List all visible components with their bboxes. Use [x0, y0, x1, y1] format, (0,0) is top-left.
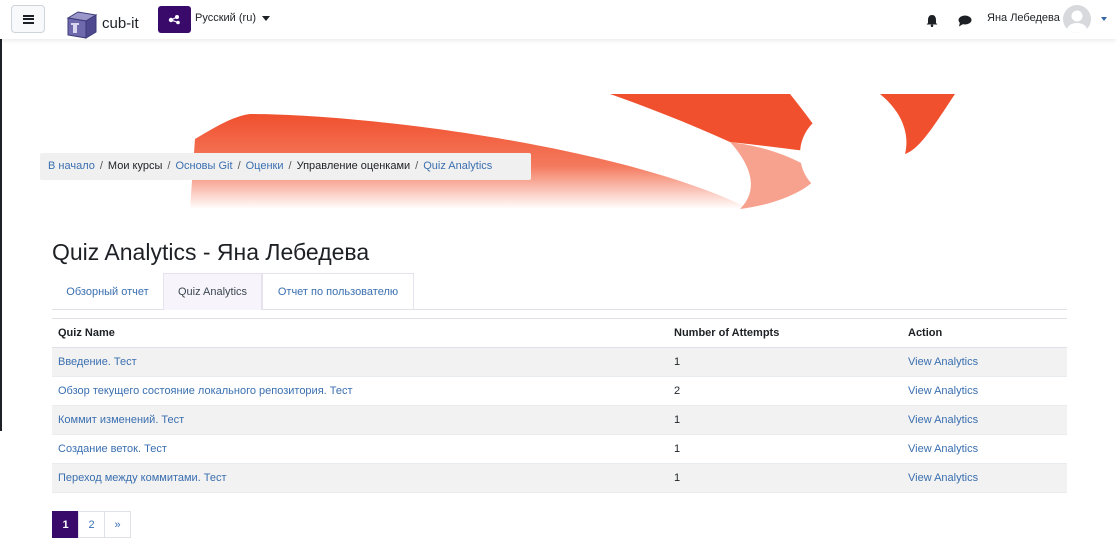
- attempts-count: 1: [674, 472, 681, 484]
- attempts-count: 1: [674, 356, 681, 368]
- attempts-count: 2: [674, 385, 681, 397]
- report-tabs: Обзорный отчет Quiz Analytics Отчет по п…: [52, 273, 1067, 310]
- page-title: Quiz Analytics - Яна Лебедева: [52, 239, 370, 265]
- left-edge-bar: [0, 39, 2, 431]
- view-analytics-link[interactable]: View Analytics: [908, 406, 978, 435]
- breadcrumb-my-courses: Мои курсы: [107, 160, 163, 172]
- header-attempts: Number of Attempts: [674, 327, 780, 339]
- hamburger-icon: [22, 14, 34, 24]
- page-1-button[interactable]: 1: [52, 511, 79, 538]
- tab-user-report[interactable]: Отчет по пользователю: [262, 273, 414, 310]
- bell-icon[interactable]: [926, 14, 938, 27]
- header-banner-graphic: [190, 94, 955, 209]
- table-row: Введение. Тест 1 View Analytics: [52, 348, 1067, 377]
- chat-icon[interactable]: [958, 15, 972, 27]
- breadcrumb: В начало / Мои курсы / Основы Git / Оценки / Упр…: [40, 153, 531, 180]
- table-header: Quiz Name Number of Attempts Action: [52, 319, 1067, 348]
- page-2-button[interactable]: 2: [78, 511, 105, 538]
- top-navbar: cub-it Русский (ru) Яна Лебедева: [0, 0, 1116, 39]
- user-avatar[interactable]: [1063, 5, 1091, 33]
- attempts-count: 1: [674, 443, 681, 455]
- tab-overview-report[interactable]: Обзорный отчет: [52, 273, 163, 310]
- language-menu-button[interactable]: [158, 6, 191, 33]
- language-icon: [168, 15, 180, 25]
- table-row: Переход между коммитами. Тест 1 View Ana…: [52, 464, 1067, 493]
- breadcrumb-course[interactable]: Основы Git: [175, 160, 232, 172]
- quiz-table: Quiz Name Number of Attempts Action Введ…: [52, 318, 1067, 493]
- header-action: Action: [908, 327, 943, 339]
- user-name[interactable]: Яна Лебедева: [987, 12, 1060, 24]
- breadcrumb-grades[interactable]: Оценки: [246, 160, 284, 172]
- header-quiz-name: Quiz Name: [58, 327, 115, 339]
- quiz-name-link[interactable]: Введение. Тест: [58, 348, 137, 377]
- tab-quiz-analytics[interactable]: Quiz Analytics: [163, 273, 262, 310]
- breadcrumb-grade-admin: Управление оценками: [296, 160, 411, 172]
- language-label: Русский (ru): [195, 12, 256, 24]
- cube-logo[interactable]: [66, 9, 98, 39]
- attempts-count: 1: [674, 414, 681, 426]
- quiz-name-link[interactable]: Обзор текущего состояние локального репо…: [58, 377, 353, 406]
- user-silhouette-icon: [1067, 10, 1087, 33]
- view-analytics-link[interactable]: View Analytics: [908, 435, 978, 464]
- pagination: 1 2 »: [52, 511, 131, 538]
- table-row: Создание веток. Тест 1 View Analytics: [52, 435, 1067, 464]
- drawer-toggle-button[interactable]: [11, 5, 45, 33]
- table-row: Коммит изменений. Тест 1 View Analytics: [52, 406, 1067, 435]
- quiz-name-link[interactable]: Создание веток. Тест: [58, 435, 167, 464]
- table-row: Обзор текущего состояние локального репо…: [52, 377, 1067, 406]
- breadcrumb-quiz-analytics[interactable]: Quiz Analytics: [423, 160, 492, 172]
- view-analytics-link[interactable]: View Analytics: [908, 348, 978, 377]
- language-selector[interactable]: Русский (ru): [195, 12, 270, 24]
- quiz-name-link[interactable]: Коммит изменений. Тест: [58, 406, 184, 435]
- next-page-button[interactable]: »: [104, 511, 131, 538]
- user-menu-chevron-icon[interactable]: [1101, 17, 1107, 21]
- view-analytics-link[interactable]: View Analytics: [908, 464, 978, 493]
- chevron-down-icon: [261, 15, 270, 21]
- site-name[interactable]: cub-it: [102, 15, 139, 32]
- breadcrumb-home[interactable]: В начало: [48, 160, 95, 172]
- quiz-name-link[interactable]: Переход между коммитами. Тест: [58, 464, 227, 493]
- view-analytics-link[interactable]: View Analytics: [908, 377, 978, 406]
